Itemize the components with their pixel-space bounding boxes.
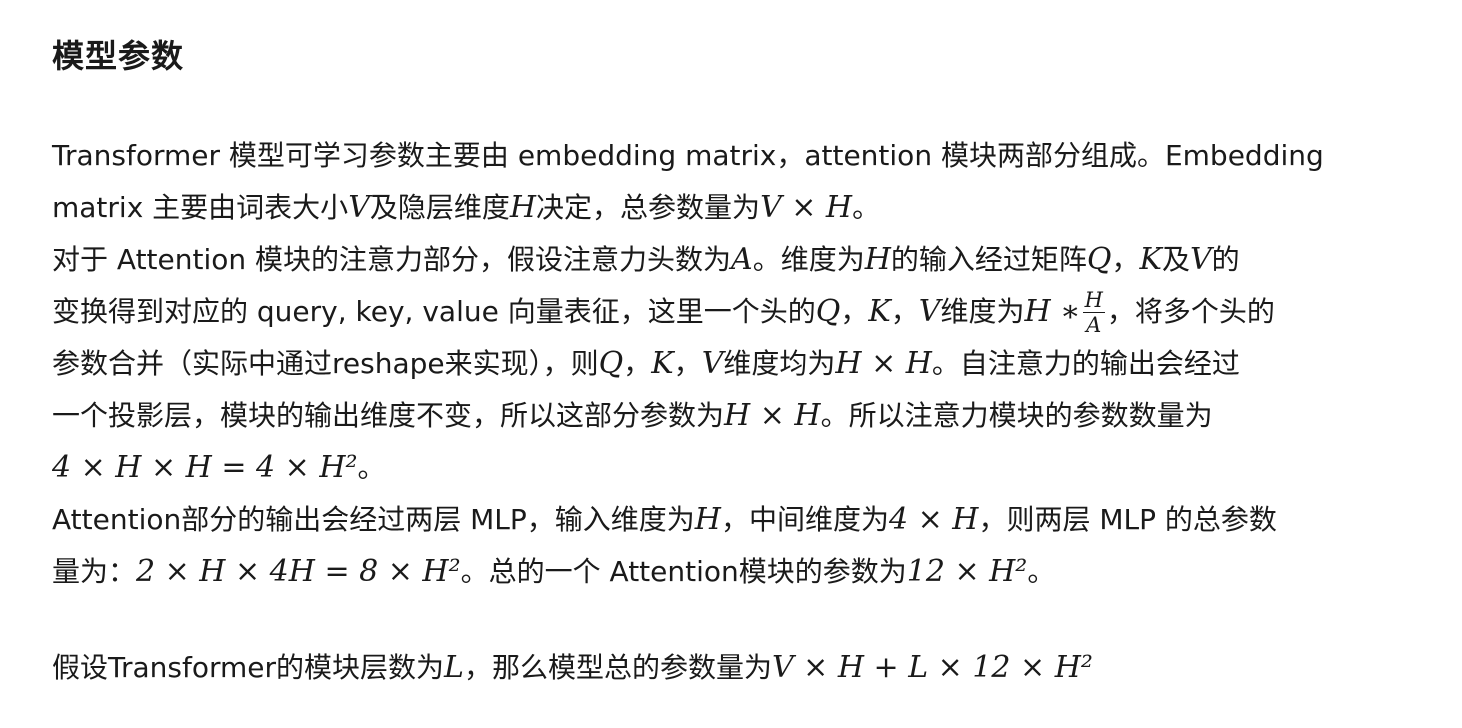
paragraph-attention: 对于 Attention 模块的注意力部分，假设注意力头数为A。维度为H的输入经…	[52, 234, 1422, 494]
paragraph-mlp: Attention部分的输出会经过两层 MLP，输入维度为H，中间维度为4 × …	[52, 494, 1422, 598]
text: 。维度为	[752, 243, 865, 276]
text: 及隐层维度	[369, 191, 510, 224]
math-expression: H	[864, 242, 891, 277]
text: 维度均为	[723, 347, 836, 380]
paragraph-total: 假设Transformer的模块层数为L，那么模型总的参数量为V × H + L…	[52, 642, 1422, 694]
text: 。所以注意力模块的参数数量为	[820, 399, 1213, 432]
text: Transformer 模型可学习参数主要由 embedding matrix，…	[52, 139, 1324, 172]
math-expression: Q	[598, 346, 624, 381]
text-line: 4 × H × H = 4 × H²。	[52, 442, 1422, 494]
text-line: 假设Transformer的模块层数为L，那么模型总的参数量为V × H + L…	[52, 642, 1422, 694]
math-expression: H × H	[724, 398, 821, 433]
text-line: 变换得到对应的 query, key, value 向量表征，这里一个头的Q，K…	[52, 286, 1422, 338]
document: 模型参数 Transformer 模型可学习参数主要由 embedding ma…	[0, 0, 1462, 728]
math-expression: 2 × H × 4H = 8 × H²	[136, 554, 461, 589]
math-expression: V	[918, 294, 941, 329]
math-expression: L	[444, 650, 464, 685]
text: 量为：	[52, 555, 137, 588]
text: ，	[840, 295, 869, 328]
text: matrix 主要由词表大小	[52, 191, 349, 224]
text: 变换得到对应的 query, key, value 向量表征，这里一个头的	[52, 295, 816, 328]
text: ，	[890, 295, 919, 328]
text: 对于 Attention 模块的注意力部分，假设注意力头数为	[52, 243, 732, 276]
text: ，将多个头的	[1106, 295, 1275, 328]
fraction: HA	[1082, 288, 1105, 337]
text: 的	[1211, 243, 1240, 276]
text: ，	[1111, 243, 1140, 276]
math-expression: V	[701, 346, 724, 381]
math-expression: 4 × H × H = 4 × H²	[52, 450, 358, 485]
math-expression: 12 × H²	[906, 554, 1028, 589]
math-expression: H ∗	[1024, 294, 1081, 329]
fraction-numerator: H	[1082, 288, 1105, 313]
text-line: 量为：2 × H × 4H = 8 × H²。总的一个 Attention模块的…	[52, 546, 1422, 598]
text-line: Transformer 模型可学习参数主要由 embedding matrix，…	[52, 130, 1422, 182]
math-expression: K	[868, 294, 891, 329]
fraction-denominator: A	[1086, 313, 1102, 337]
text-line: 对于 Attention 模块的注意力部分，假设注意力头数为A。维度为H的输入经…	[52, 234, 1422, 286]
text: 。	[1027, 555, 1056, 588]
paragraph-embedding: Transformer 模型可学习参数主要由 embedding matrix，…	[52, 130, 1422, 234]
text-line: 一个投影层，模块的输出维度不变，所以这部分参数为H × H。所以注意力模块的参数…	[52, 390, 1422, 442]
math-expression: V × H + L × 12 × H²	[771, 650, 1093, 685]
text: 假设Transformer的模块层数为	[52, 651, 445, 684]
math-expression: V	[1189, 242, 1212, 277]
math-expression: V	[348, 190, 370, 225]
text: ，则两层 MLP 的总参数	[978, 503, 1277, 536]
text: 维度为	[940, 295, 1025, 328]
text: 。自注意力的输出会经过	[931, 347, 1240, 380]
math-expression: A	[731, 242, 753, 277]
math-expression: H	[694, 502, 721, 537]
text: 一个投影层，模块的输出维度不变，所以这部分参数为	[52, 399, 725, 432]
math-expression: H	[509, 190, 537, 225]
section-title: 模型参数	[52, 37, 185, 75]
text: 及	[1161, 243, 1190, 276]
math-expression: K	[651, 346, 674, 381]
text: 决定，总参数量为	[536, 191, 761, 224]
text: ，那么模型总的参数量为	[463, 651, 772, 684]
text: Attention部分的输出会经过两层 MLP，输入维度为	[52, 503, 695, 536]
text-line: 参数合并（实际中通过reshape来实现），则Q，K，V维度均为H × H。自注…	[52, 338, 1422, 390]
text: 。总的一个 Attention模块的参数为	[460, 555, 907, 588]
math-expression: H × H	[835, 346, 932, 381]
math-expression: 4 × H	[888, 502, 979, 537]
math-expression: V × H	[760, 190, 853, 225]
text: 。	[357, 451, 386, 484]
text: 的输入经过矩阵	[890, 243, 1087, 276]
text: ，	[673, 347, 702, 380]
text: 参数合并（实际中通过reshape来实现），则	[52, 347, 599, 380]
math-expression: Q	[815, 294, 841, 329]
math-expression: K	[1139, 242, 1162, 277]
math-expression: Q	[1086, 242, 1112, 277]
text: ，	[623, 347, 652, 380]
text: ，中间维度为	[720, 503, 889, 536]
text-line: matrix 主要由词表大小V及隐层维度H决定，总参数量为V × H。	[52, 182, 1422, 234]
text: 。	[852, 191, 881, 224]
text-line: Attention部分的输出会经过两层 MLP，输入维度为H，中间维度为4 × …	[52, 494, 1422, 546]
